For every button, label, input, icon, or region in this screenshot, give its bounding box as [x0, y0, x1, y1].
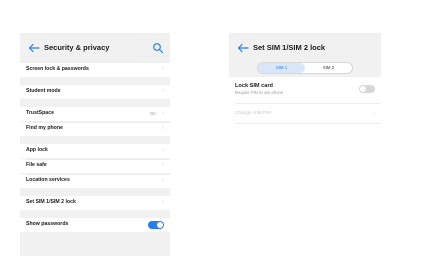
sim-lock-panel: Lock SIM card Require PIN to use phone C…: [229, 77, 381, 256]
chevron-right-icon: ›: [162, 177, 164, 183]
chevron-right-icon: ›: [162, 125, 164, 131]
show-passwords-toggle[interactable]: [148, 221, 164, 229]
settings-item-sim-lock[interactable]: Set SIM 1/SIM 2 lock ›: [20, 196, 170, 210]
settings-item-file-safe[interactable]: File safe ›: [20, 159, 170, 173]
back-arrow-icon[interactable]: [28, 43, 40, 53]
chevron-right-icon: ›: [162, 110, 164, 116]
sim-lock-screen: Set SIM 1/SIM 2 lock SIM 1 SIM 2 Lock SI…: [229, 33, 381, 256]
header: Set SIM 1/SIM 2 lock: [229, 33, 381, 63]
header: Security & privacy: [20, 33, 170, 63]
settings-item-student-mode[interactable]: Student mode ›: [20, 85, 170, 99]
status-value: On: [149, 110, 156, 116]
toggle-knob: [157, 222, 163, 228]
settings-item-label: Screen lock & passwords: [26, 66, 89, 72]
settings-item-label: Find my phone: [26, 125, 63, 131]
chevron-right-icon: ›: [373, 111, 375, 117]
toggle-knob: [360, 86, 366, 92]
divider: [235, 103, 381, 104]
chevron-right-icon: ›: [162, 199, 164, 205]
settings-item-screen-lock[interactable]: Screen lock & passwords ›: [20, 63, 170, 77]
chevron-right-icon: ›: [162, 66, 164, 72]
settings-item-label: App lock: [26, 147, 48, 153]
settings-item-find-my-phone[interactable]: Find my phone ›: [20, 122, 170, 136]
settings-item-label: Set SIM 1/SIM 2 lock: [26, 199, 76, 205]
settings-item-location-services[interactable]: Location services ›: [20, 174, 170, 188]
settings-item-label: Student mode: [26, 88, 61, 94]
divider: [26, 159, 170, 160]
tab-sim-2[interactable]: SIM 2: [305, 63, 352, 73]
tab-sim-1[interactable]: SIM 1: [258, 63, 305, 73]
divider: [235, 123, 381, 124]
chevron-right-icon: ›: [162, 162, 164, 168]
back-arrow-icon[interactable]: [237, 43, 249, 53]
chevron-right-icon: ›: [162, 147, 164, 153]
security-privacy-screen: Security & privacy Screen lock & passwor…: [20, 33, 170, 256]
lock-sim-title: Lock SIM card: [235, 83, 273, 89]
settings-item-show-passwords[interactable]: Show passwords: [20, 218, 170, 232]
settings-item-label: File safe: [26, 162, 47, 168]
chevron-right-icon: ›: [162, 88, 164, 94]
settings-item-label: TrustSpace: [26, 110, 54, 116]
settings-item-trustspace[interactable]: TrustSpace On ›: [20, 107, 170, 121]
lock-sim-toggle[interactable]: [359, 85, 375, 93]
divider: [26, 174, 170, 175]
page-title: Security & privacy: [44, 43, 110, 52]
change-sim-pin-item[interactable]: Change SIM PIN: [235, 111, 271, 116]
page-title: Set SIM 1/SIM 2 lock: [253, 43, 326, 52]
search-icon[interactable]: [152, 42, 164, 54]
settings-item-label: Location services: [26, 177, 70, 183]
settings-item-app-lock[interactable]: App lock ›: [20, 144, 170, 158]
sim-tabs: SIM 1 SIM 2: [257, 62, 353, 74]
settings-item-label: Show passwords: [26, 221, 69, 227]
divider: [26, 122, 170, 123]
lock-sim-subtitle: Require PIN to use phone: [235, 90, 284, 95]
